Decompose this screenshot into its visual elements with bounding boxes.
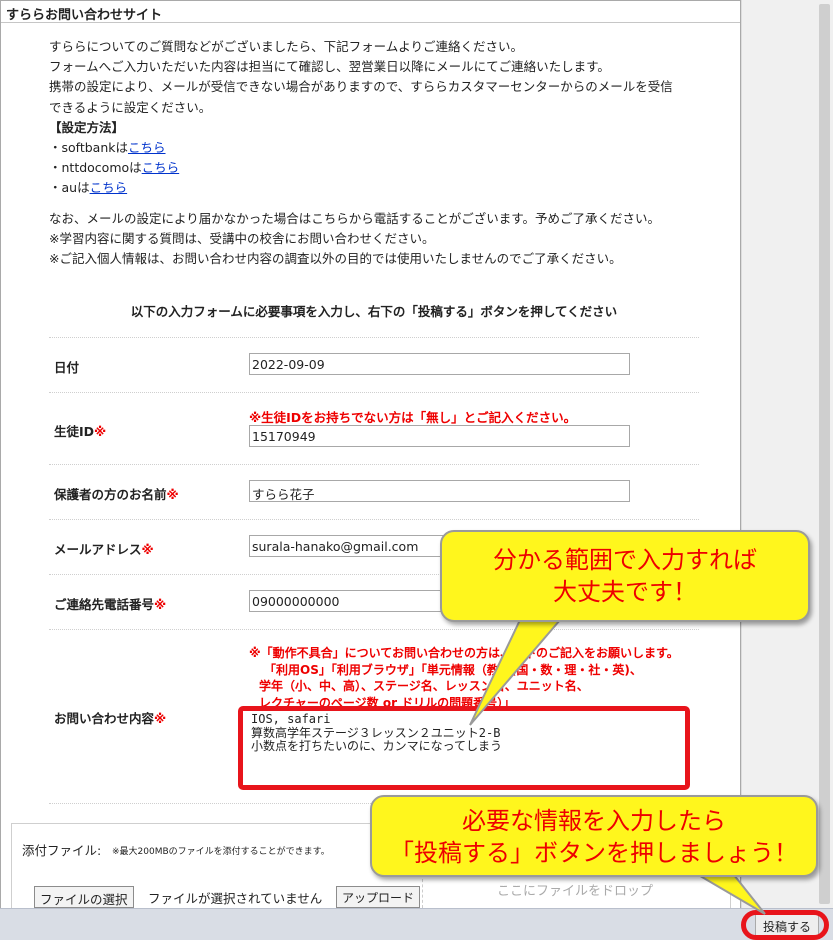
top-callout-tail: [469, 619, 563, 726]
top-callout-line-2: 大丈夫です！: [553, 578, 697, 606]
bottom-callout-line-1: 必要な情報を入力したら: [462, 807, 726, 835]
bottom-callout: 必要な情報を入力したら 「投稿する」ボタンを押しましょう！: [370, 795, 818, 877]
top-callout-line-1: 分かる範囲で入力すれば: [493, 546, 757, 574]
top-callout: 分かる範囲で入力すれば 大丈夫です！: [440, 530, 810, 622]
bottom-callout-line-2: 「投稿する」ボタンを押しましょう！: [390, 839, 798, 867]
